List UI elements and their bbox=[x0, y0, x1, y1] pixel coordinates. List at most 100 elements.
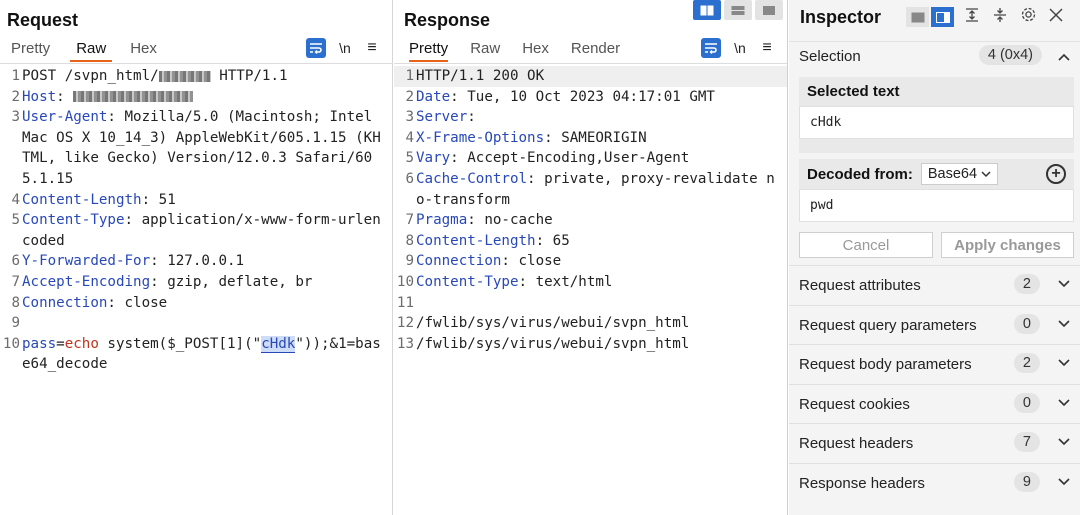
response-line-text: HTTP/1.1 200 OK bbox=[416, 68, 545, 84]
cancel-button[interactable]: Cancel bbox=[799, 232, 933, 258]
panel-layout-sidebar-icon[interactable] bbox=[931, 7, 954, 27]
response-line: 9 Connection: close bbox=[394, 251, 787, 272]
line-number: 4 bbox=[11, 191, 20, 208]
inspector-section[interactable]: Request query parameters 0 bbox=[789, 304, 1080, 345]
inspector-section[interactable]: Response headers 9 bbox=[789, 462, 1080, 503]
response-line-text: : SAMEORIGIN bbox=[544, 129, 647, 146]
response-line-text: /fwlib/sys/virus/webui/svpn_html bbox=[416, 335, 690, 352]
inspector-header: Inspector bbox=[789, 0, 1080, 34]
line-number: 8 bbox=[405, 232, 414, 249]
selected-text-value[interactable]: cHdk bbox=[799, 106, 1074, 139]
header-name: User-Agent bbox=[22, 109, 108, 126]
single-layout-icon[interactable] bbox=[755, 0, 783, 20]
response-line: 2 Date: Tue, 10 Oct 2023 04:17:01 GMT bbox=[394, 87, 787, 108]
hamburger-menu-icon[interactable]: ≡ bbox=[759, 39, 775, 57]
chevron-down-icon[interactable] bbox=[1058, 435, 1070, 449]
inspector-section[interactable]: Request headers 7 bbox=[789, 423, 1080, 463]
response-line: 8 Content-Length: 65 bbox=[394, 231, 787, 252]
show-newlines-button[interactable]: \n bbox=[336, 40, 354, 56]
response-tab-render[interactable]: Render bbox=[571, 40, 620, 62]
line-number: 8 bbox=[11, 294, 20, 311]
add-decoder-plus-icon[interactable]: + bbox=[1046, 164, 1066, 184]
section-count-badge: 2 bbox=[1013, 274, 1040, 294]
inspector-actions: Cancel Apply changes bbox=[799, 232, 1074, 258]
header-name: Content-Length bbox=[416, 232, 536, 249]
response-tab-raw[interactable]: Raw bbox=[470, 40, 500, 62]
section-label: Request cookies bbox=[799, 395, 910, 413]
header-name: Server bbox=[416, 109, 468, 126]
request-tabs: Pretty Raw Hex bbox=[11, 40, 179, 62]
request-title: Request bbox=[7, 10, 79, 30]
section-count-badge: 0 bbox=[1013, 392, 1040, 413]
expand-all-icon[interactable] bbox=[962, 7, 982, 28]
response-tab-hex[interactable]: Hex bbox=[522, 40, 549, 62]
header-name: X-Frame-Options bbox=[416, 129, 545, 146]
header-value: : gzip, deflate, br bbox=[150, 273, 313, 290]
header-name: Host bbox=[22, 88, 57, 105]
chevron-down-icon[interactable] bbox=[1058, 317, 1070, 331]
selected-text-block: Selected text cHdk bbox=[799, 77, 1074, 153]
section-count-badge: 9 bbox=[1013, 471, 1040, 492]
response-line: 5 Vary: Accept-Encoding,User-Agent bbox=[394, 148, 787, 169]
line-number: 4 bbox=[405, 129, 414, 146]
response-line-text: : no-cache bbox=[467, 212, 553, 229]
header-value: : 127.0.0.1 bbox=[150, 253, 245, 270]
inspector-section[interactable]: Request attributes 2 bbox=[789, 265, 1080, 305]
section-count-badge: 0 bbox=[1013, 313, 1040, 334]
show-newlines-button[interactable]: \n bbox=[731, 40, 749, 56]
close-icon[interactable] bbox=[1046, 7, 1066, 27]
panel-layout-collapsed-icon[interactable] bbox=[906, 7, 929, 27]
line-number: 6 bbox=[11, 253, 20, 270]
response-line-text: : bbox=[467, 109, 476, 126]
collapse-all-icon[interactable] bbox=[990, 7, 1010, 28]
selected-text-highlight[interactable]: cHdk bbox=[261, 335, 296, 353]
request-tab-pretty[interactable]: Pretty bbox=[11, 40, 50, 62]
apply-changes-button[interactable]: Apply changes bbox=[941, 232, 1074, 258]
line-number: 5 bbox=[405, 150, 414, 167]
decoder-select[interactable]: Base64 bbox=[920, 163, 999, 185]
wrap-lines-icon[interactable] bbox=[701, 38, 721, 58]
section-label: Request headers bbox=[799, 435, 914, 452]
inspector-section[interactable]: Request body parameters 2 bbox=[789, 344, 1080, 384]
chevron-down-icon[interactable] bbox=[1058, 475, 1070, 489]
decoded-text-value[interactable]: pwd bbox=[799, 189, 1074, 222]
line-number: 9 bbox=[11, 315, 20, 332]
request-editor[interactable]: 1 POST /svpn_html/ HTTP/1.1 2 Host: 3 Us… bbox=[0, 66, 392, 515]
response-pane: Response Pretty Raw Hex Render \n ≡ 1 HTT… bbox=[394, 0, 788, 515]
chevron-down-icon[interactable] bbox=[1058, 277, 1070, 291]
line-number: 5 bbox=[11, 212, 20, 229]
request-tab-raw[interactable]: Raw bbox=[70, 40, 113, 62]
response-tabs: Pretty Raw Hex Render bbox=[409, 40, 642, 62]
response-line-text: /fwlib/sys/virus/webui/svpn_html bbox=[416, 315, 690, 332]
header-value: : 51 bbox=[141, 191, 176, 208]
settings-gear-icon[interactable] bbox=[1018, 6, 1038, 28]
equals-sign: = bbox=[56, 335, 65, 352]
divider bbox=[0, 63, 392, 64]
response-tab-pretty[interactable]: Pretty bbox=[409, 40, 449, 62]
body-param-name: pass bbox=[22, 335, 57, 352]
request-line: 5 Content-Type: application/x-www-form-u… bbox=[0, 210, 392, 251]
response-line-text: : Accept-Encoding,User-Agent bbox=[450, 150, 690, 167]
response-line: 13/fwlib/sys/virus/webui/svpn_html bbox=[394, 334, 787, 355]
chevron-up-icon[interactable] bbox=[1058, 50, 1070, 64]
hamburger-menu-icon[interactable]: ≡ bbox=[364, 39, 380, 57]
side-by-side-layout-icon[interactable] bbox=[693, 0, 721, 20]
request-tab-hex[interactable]: Hex bbox=[130, 40, 157, 62]
section-count-badge: 7 bbox=[1013, 432, 1040, 452]
header-name: Content-Type bbox=[22, 212, 125, 229]
chevron-down-icon[interactable] bbox=[1058, 356, 1070, 370]
request-editor-tools: \n ≡ bbox=[306, 38, 380, 58]
stacked-layout-icon[interactable] bbox=[724, 0, 752, 20]
response-line: 7 Pragma: no-cache bbox=[394, 210, 787, 231]
header-name: Pragma bbox=[416, 212, 468, 229]
header-name: Y-Forwarded-For bbox=[22, 253, 151, 270]
wrap-lines-icon[interactable] bbox=[306, 38, 326, 58]
chevron-down-icon[interactable] bbox=[1058, 396, 1070, 410]
request-line: 6 Y-Forwarded-For: 127.0.0.1 bbox=[0, 251, 392, 272]
response-line-text: : Tue, 10 Oct 2023 04:17:01 GMT bbox=[450, 88, 715, 105]
selection-row[interactable]: Selection 4 (0x4) bbox=[789, 41, 1080, 71]
response-editor[interactable]: 1 HTTP/1.1 200 OK 2 Date: Tue, 10 Oct 2023 … bbox=[394, 66, 787, 515]
request-line: 4 Content-Length: 51 bbox=[0, 190, 392, 211]
header-name: Connection bbox=[22, 294, 108, 311]
inspector-section[interactable]: Request cookies 0 bbox=[789, 383, 1080, 424]
